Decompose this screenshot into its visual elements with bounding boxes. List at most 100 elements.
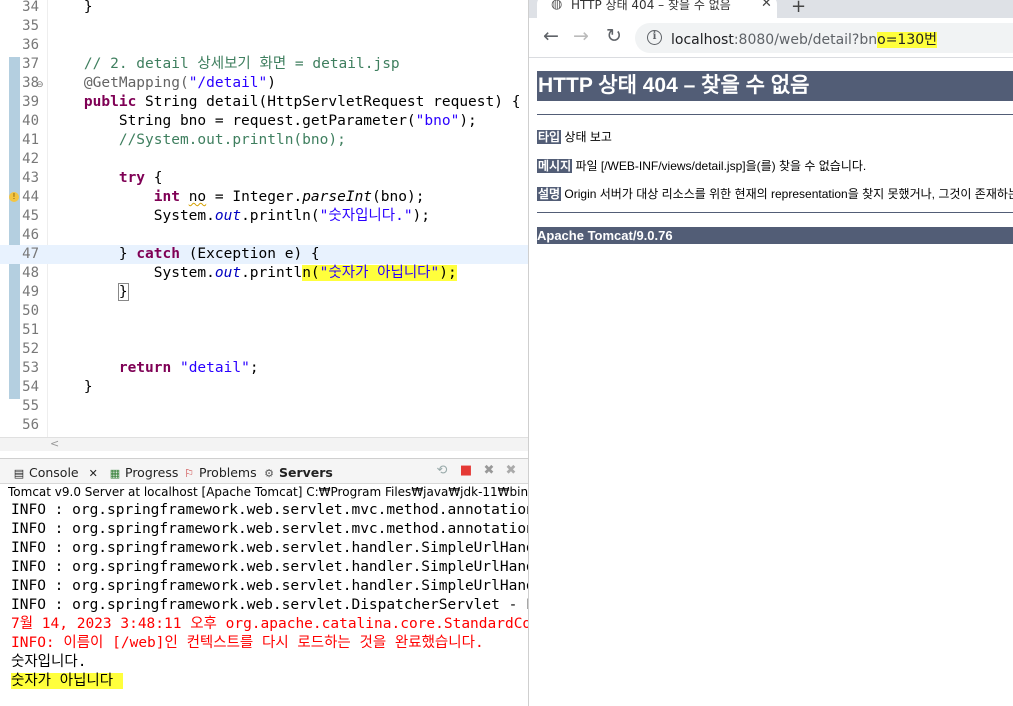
- code-text: System.out.println("숫자가 아닙니다");: [49, 265, 457, 281]
- type-row: 타입 상태 보고: [537, 128, 612, 145]
- console-error-line: INFO: 이름이 [/web]인 컨텍스트를 다시 로드하는 것을 완료했습니…: [11, 635, 484, 651]
- description-row: 설명 Origin 서버가 대상 리소스를 위한 현재의 representat…: [537, 185, 1013, 202]
- restart-server-icon[interactable]: ⟲: [434, 463, 450, 479]
- forward-arrow-icon[interactable]: →: [571, 26, 591, 46]
- tab-problems[interactable]: ⚐ Problems: [182, 464, 257, 482]
- line-number: 43: [22, 170, 39, 186]
- remove-launch-icon[interactable]: ✖: [481, 463, 497, 479]
- code-line[interactable]: 56: [0, 416, 528, 435]
- highlighted-output: 숫자가 아닙니다: [11, 673, 124, 689]
- line-number: 56: [22, 417, 39, 433]
- console-line: INFO : org.springframework.web.servlet.m…: [11, 521, 528, 537]
- close-icon[interactable]: ✕: [761, 0, 772, 11]
- code-line[interactable]: 50: [0, 302, 528, 321]
- code-line[interactable]: 53 return "detail";: [0, 359, 528, 378]
- console-line-highlighted: 숫자가 아닙니다: [11, 672, 528, 691]
- line-number: 52: [22, 341, 39, 357]
- address-bar[interactable]: i localhost:8080/web/detail?bno=130번: [635, 23, 1013, 53]
- code-line[interactable]: 42: [0, 150, 528, 169]
- line-number: 50: [22, 303, 39, 319]
- back-arrow-icon[interactable]: ←: [541, 26, 561, 46]
- console-line: INFO : org.springframework.web.servlet.m…: [11, 502, 528, 518]
- code-line[interactable]: 49 }: [0, 283, 528, 302]
- line-number: 36: [22, 37, 39, 53]
- server-footer: Apache Tomcat/9.0.76: [537, 227, 1013, 244]
- code-text: } catch (Exception e) {: [49, 246, 320, 262]
- line-number: 49: [22, 284, 39, 300]
- tab-progress[interactable]: ▦ Progress: [108, 464, 179, 482]
- code-line[interactable]: 41 //System.out.println(bno);: [0, 131, 528, 150]
- line-number: 41: [22, 132, 39, 148]
- message-label: 메시지: [537, 159, 573, 173]
- new-tab-button[interactable]: +: [791, 0, 806, 17]
- code-line[interactable]: 46: [0, 226, 528, 245]
- servers-icon: ⚙: [264, 467, 274, 480]
- tab-console[interactable]: ▤ Console ✕: [12, 464, 98, 482]
- tab-label: Servers: [279, 465, 333, 480]
- code-text: try {: [118, 170, 163, 186]
- code-text: int no = Integer.parseInt(bno);: [153, 189, 425, 205]
- console-line: INFO : org.springframework.web.servlet.h…: [11, 540, 528, 556]
- code-line[interactable]: 37 // 2. detail 상세보기 화면 = detail.jsp: [0, 55, 528, 74]
- code-text: System.out.println("숫자입니다.");: [49, 208, 431, 224]
- browser-window: ◍ HTTP 상태 404 – 찾을 수 없음 ✕ + ← → ↻ i loca…: [528, 0, 1013, 706]
- tab-label: Console: [29, 465, 79, 480]
- scroll-left-arrow-icon[interactable]: <: [50, 437, 59, 450]
- divider: [537, 114, 1013, 115]
- code-text: String bno = request.getParameter("bno")…: [49, 113, 477, 129]
- line-number: 35: [22, 18, 39, 34]
- code-line[interactable]: 48 System.out.println("숫자가 아닙니다");: [0, 264, 528, 283]
- console-line: INFO : org.springframework.web.servlet.h…: [11, 578, 528, 594]
- reload-icon[interactable]: ↻: [604, 26, 624, 46]
- code-line[interactable]: 54 }: [0, 378, 528, 397]
- code-line[interactable]: 55: [0, 397, 528, 416]
- console-line: INFO : org.springframework.web.servlet.D…: [11, 597, 528, 613]
- line-number: 47: [22, 246, 39, 262]
- code-line[interactable]: 36: [0, 36, 528, 55]
- line-number: 46: [22, 227, 39, 243]
- code-comment: // 2. detail 상세보기 화면 = detail.jsp: [49, 56, 400, 72]
- code-line[interactable]: 40 String bno = request.getParameter("bn…: [0, 112, 528, 131]
- line-number: 53: [22, 360, 39, 376]
- info-icon[interactable]: i: [647, 30, 662, 45]
- line-number: 34: [22, 0, 39, 15]
- tab-label: Problems: [199, 465, 257, 480]
- code-line[interactable]: 52: [0, 340, 528, 359]
- close-icon[interactable]: ✕: [89, 467, 98, 480]
- code-line[interactable]: 43 try {: [0, 169, 528, 188]
- ide-window: ⊖ ! 34 } 35 36 37 // 2. detail 상세보기 화면 =…: [0, 0, 528, 706]
- browser-tab[interactable]: ◍ HTTP 상태 404 – 찾을 수 없음 ✕: [537, 0, 777, 18]
- code-line[interactable]: 38 @GetMapping("/detail"): [0, 74, 528, 93]
- page-title: HTTP 상태 404 – 찾을 수 없음: [537, 71, 1013, 101]
- code-line-current[interactable]: 47 } catch (Exception e) {: [0, 245, 528, 264]
- console-icon: ▤: [13, 467, 25, 480]
- tab-label: Progress: [125, 465, 179, 480]
- console-process-label: Tomcat v9.0 Server at localhost [Apache …: [8, 485, 528, 499]
- code-line[interactable]: 45 System.out.println("숫자입니다.");: [0, 207, 528, 226]
- console-output[interactable]: INFO : org.springframework.web.servlet.m…: [11, 501, 528, 706]
- code-line[interactable]: 35: [0, 17, 528, 36]
- code-line[interactable]: 44 int no = Integer.parseInt(bno);: [0, 188, 528, 207]
- code-editor[interactable]: ⊖ ! 34 } 35 36 37 // 2. detail 상세보기 화면 =…: [0, 0, 528, 437]
- divider: [537, 212, 1013, 213]
- code-line[interactable]: 51: [0, 321, 528, 340]
- description-value: Origin 서버가 대상 리소스를 위한 현재의 representation…: [564, 187, 1013, 201]
- stop-server-icon[interactable]: ■: [458, 463, 474, 479]
- console-error-line: 7월 14, 2023 3:48:11 오후 org.apache.catali…: [11, 616, 528, 632]
- code-line[interactable]: 39 public String detail(HttpServletReque…: [0, 93, 528, 112]
- progress-icon: ▦: [109, 467, 121, 480]
- remove-all-terminated-icon[interactable]: ✖: [503, 463, 519, 479]
- line-number: 55: [22, 398, 39, 414]
- editor-horizontal-scrollbar[interactable]: <: [0, 437, 528, 451]
- line-number: 37: [22, 56, 39, 72]
- url-path: :8080/web/detail?bn: [733, 32, 878, 48]
- line-number: 39: [22, 94, 39, 110]
- line-number: 44: [22, 189, 39, 205]
- tab-servers[interactable]: ⚙ Servers: [262, 464, 333, 482]
- code-comment: //System.out.println(bno);: [49, 132, 346, 148]
- line-number: 42: [22, 151, 39, 167]
- message-value: 파일 [/WEB-INF/views/detail.jsp]을(를) 찾을 수 …: [572, 159, 867, 173]
- url-text[interactable]: localhost:8080/web/detail?bno=130번: [671, 29, 938, 49]
- code-line[interactable]: 34 }: [0, 0, 528, 17]
- line-number: 54: [22, 379, 39, 395]
